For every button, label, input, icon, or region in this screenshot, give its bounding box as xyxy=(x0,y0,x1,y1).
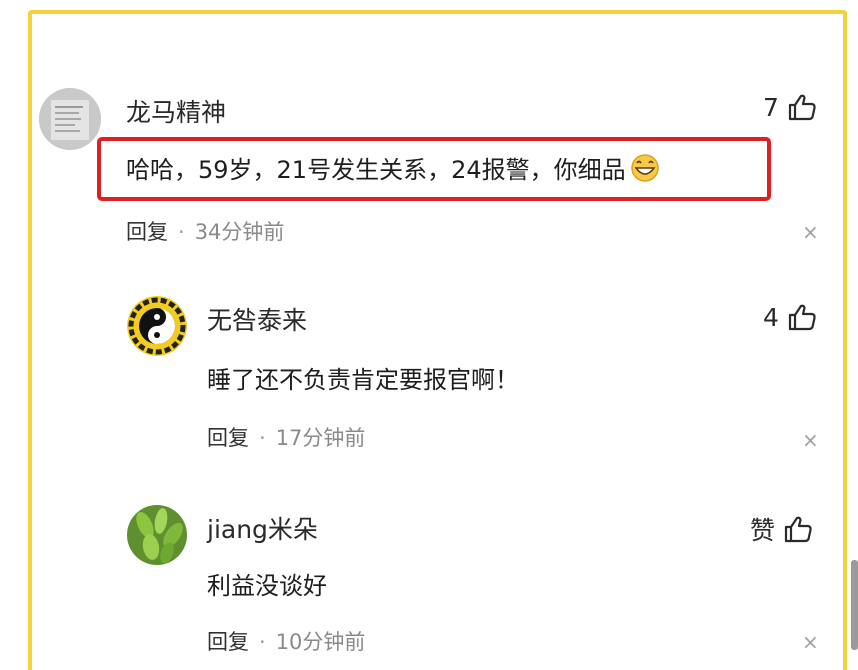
comment-meta: 回复 · 17分钟前 xyxy=(207,422,365,452)
thumbs-up-icon xyxy=(788,304,816,331)
document-photo-avatar-icon xyxy=(39,88,101,150)
like-button[interactable]: 赞 xyxy=(750,511,813,547)
comment-text: 利益没谈好 xyxy=(207,572,327,600)
reply-button[interactable]: 回复 xyxy=(207,426,249,450)
thumbs-up-icon xyxy=(784,516,812,543)
thumbs-up-icon xyxy=(788,94,816,121)
close-icon[interactable]: × xyxy=(802,430,819,450)
meta-separator: · xyxy=(259,426,266,450)
like-count: 4 xyxy=(763,302,779,332)
like-count: 7 xyxy=(763,92,779,122)
like-button[interactable]: 4 xyxy=(763,302,817,332)
comment-text: 哈哈，59岁，21号发生关系，24报警，你细品 xyxy=(126,150,662,185)
comment-meta: 回复 · 34分钟前 xyxy=(126,216,284,246)
reply-button[interactable]: 回复 xyxy=(126,220,168,244)
comment-text: 睡了还不负责肯定要报官啊！ xyxy=(207,366,519,394)
meta-separator: · xyxy=(178,220,185,244)
comment-author[interactable]: 龙马精神 xyxy=(126,93,226,129)
close-icon[interactable]: × xyxy=(802,632,819,652)
comment-author[interactable]: jiang米朵 xyxy=(207,510,318,546)
scrollbar[interactable] xyxy=(851,560,858,650)
grinning-emoji-icon xyxy=(630,154,659,182)
timestamp: 34分钟前 xyxy=(194,220,285,244)
close-icon[interactable]: × xyxy=(802,222,819,242)
yin-yang-avatar-icon xyxy=(127,296,187,356)
meta-separator: · xyxy=(259,630,266,654)
avatar[interactable] xyxy=(39,88,101,150)
comment-author[interactable]: 无咎泰来 xyxy=(207,301,307,337)
like-label: 赞 xyxy=(750,516,776,545)
avatar[interactable] xyxy=(127,505,187,565)
like-button[interactable]: 7 xyxy=(763,92,817,122)
timestamp: 17分钟前 xyxy=(275,426,366,450)
avatar[interactable] xyxy=(127,296,187,356)
comment-meta: 回复 · 10分钟前 xyxy=(207,626,365,656)
timestamp: 10分钟前 xyxy=(275,630,366,654)
reply-button[interactable]: 回复 xyxy=(207,630,249,654)
green-plant-avatar-icon xyxy=(127,505,187,565)
